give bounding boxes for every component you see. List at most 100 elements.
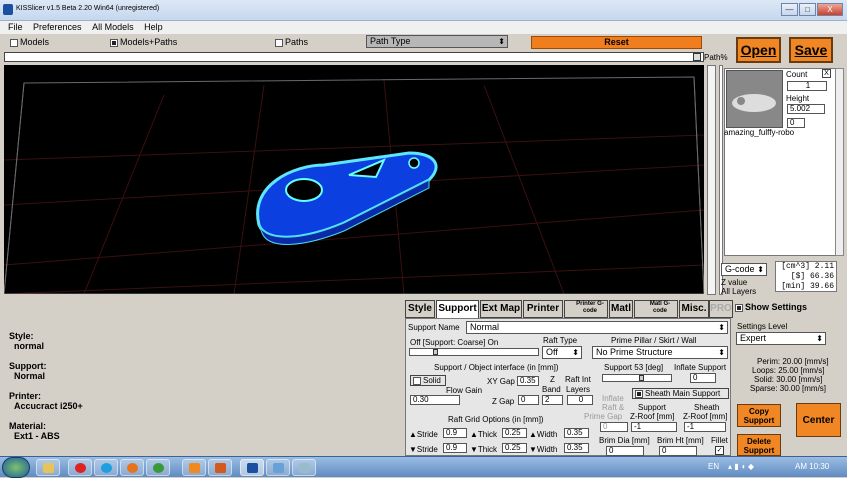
model-name[interactable]: amazing_fulffy-robo [724,128,794,137]
show-settings-checkbox[interactable]: Show Settings [735,303,807,312]
minimize-button[interactable]: — [781,3,798,16]
menu-preferences[interactable]: Preferences [33,22,82,32]
width-field-1[interactable]: 0.35 [564,428,589,438]
close-button[interactable]: X [817,3,843,16]
flow-gain-slider[interactable]: 0.30 [410,395,460,405]
start-button[interactable] [2,457,30,478]
style-value: normal [14,341,45,351]
layer-scrollbar[interactable] [707,65,716,295]
open-button[interactable]: Open [736,37,781,63]
maximize-button[interactable]: □ [799,3,816,16]
prime-gap-field[interactable]: 0 [600,422,628,432]
tab-misc[interactable]: Misc. [679,300,709,318]
app-icon [3,4,13,15]
sheath-zroof-field[interactable]: -1 [684,422,726,432]
app-paint-icon[interactable] [292,459,316,476]
model-list-scrollbar[interactable] [835,68,844,256]
tab-pro[interactable]: PRO [709,300,733,318]
tab-printer[interactable]: Printer [523,300,563,318]
save-button[interactable]: Save [789,37,833,63]
chrome-icon[interactable] [146,459,170,476]
tab-matl[interactable]: Matl [609,300,633,318]
tab-matl-gcode[interactable]: Matl G-code [634,300,678,318]
3d-viewport[interactable] [4,65,704,294]
z-value-label: Z value [721,278,748,287]
height-label: Height [786,94,810,103]
delete-support-button[interactable]: Delete Support [737,434,781,456]
paths-checkbox[interactable]: Paths [275,37,308,47]
opera-icon[interactable] [68,459,92,476]
tab-ext-map[interactable]: Ext Map [480,300,522,318]
support-name-label: Support Name [408,323,460,332]
spinner-icon: ⬍ [498,37,505,46]
path-type-select[interactable]: Path Type ⬍ [366,35,508,48]
right-scrollbar[interactable] [719,65,723,295]
inflate-support-field[interactable]: 0 [690,373,716,383]
rotation-field[interactable]: 0 [787,118,805,128]
app-window-icon[interactable] [266,459,290,476]
raft-grid-label: Raft Grid Options (in [mm]) [448,415,544,424]
support-angle-slider[interactable] [602,374,672,382]
copy-support-button[interactable]: Copy Support [737,404,781,427]
window-title: KISSlicer v1.5 Beta 2.20 Win64 (unregist… [16,5,160,12]
thick-label-2: ▼Thick [470,445,498,454]
models-checkbox[interactable]: Models [10,37,49,47]
raft-layers-stepper[interactable]: 0 [567,395,593,405]
menu-help[interactable]: Help [144,22,163,32]
fillet-label: Fillet [711,436,728,445]
support-coarse-slider[interactable] [409,348,539,356]
all-layers-toggle[interactable]: All Layers [721,287,756,296]
stride-field-2[interactable]: 0.9 [443,443,467,453]
raft-type-select[interactable]: Off ⬍ [542,346,582,359]
tray-icons[interactable]: ▴ ▮ ◖ ◆ [728,462,754,471]
band-field[interactable]: 2 [542,395,563,405]
solid-checkbox[interactable]: Solid [410,375,446,386]
brim-ht-field[interactable]: 0 [659,446,697,456]
slider-handle[interactable] [693,53,701,61]
stride-field-1[interactable]: 0.9 [443,428,467,438]
models-paths-checkbox[interactable]: Models+Paths [110,37,177,47]
app-c-icon[interactable] [182,459,206,476]
width-field-2[interactable]: 0.35 [564,443,589,453]
sheath-checkbox[interactable]: Sheath Main Support [632,388,729,399]
tab-support[interactable]: Support [436,300,479,319]
support-zroof-field[interactable]: -1 [631,422,677,432]
thick-field-1[interactable]: 0.25 [502,428,527,438]
menu-file[interactable]: File [8,22,23,32]
language-indicator[interactable]: EN [708,462,719,471]
count-stepper[interactable]: 1 [787,81,827,91]
remove-model-button[interactable]: X [822,69,831,78]
explorer-icon[interactable] [36,459,60,476]
support-angle-label: Support 53 [deg] [604,363,664,372]
xy-gap-field[interactable]: 0.35 [517,376,539,386]
prime-label: Prime Pillar / Skirt / Wall [611,336,697,345]
clock[interactable]: AM 10:30 [795,462,829,471]
skype-icon[interactable] [94,459,118,476]
support-name-select[interactable]: Normal ⬍ [466,321,728,334]
settings-level-select[interactable]: Expert ⬍ [736,332,826,345]
kisslicer-task-icon[interactable] [240,459,264,476]
gcode-select[interactable]: G-code ⬍ [721,263,767,276]
fillet-checkbox[interactable]: ✓ [715,446,724,455]
support-value: Normal [14,371,46,381]
firefox-icon[interactable] [120,459,144,476]
app-u-icon[interactable] [208,459,232,476]
reset-button[interactable]: Reset [531,36,702,49]
menu-all-models[interactable]: All Models [92,22,134,32]
flow-gain-label: Flow Gain [446,386,483,395]
prime-select[interactable]: No Prime Structure ⬍ [592,346,728,359]
tab-printer-gcode[interactable]: Printer G-code [564,300,608,318]
path-percent-slider[interactable] [4,52,704,62]
thick-field-2[interactable]: 0.25 [502,443,527,453]
brim-ht-label: Brim Ht [mm] [657,436,704,445]
z-gap-field[interactable]: 0 [518,395,539,405]
tab-style[interactable]: Style [405,300,435,318]
settings-tabs: Style Support Ext Map Printer Printer G-… [405,300,733,319]
brim-dia-field[interactable]: 0 [606,446,644,456]
center-button[interactable]: Center [796,403,841,437]
model-thumbnail[interactable] [726,70,783,128]
brim-dia-label: Brim Dia [mm] [599,436,650,445]
height-field[interactable]: 5.002 [787,104,825,114]
layers-label: Layers [566,385,591,394]
support-zroof-label: Support [638,403,667,412]
